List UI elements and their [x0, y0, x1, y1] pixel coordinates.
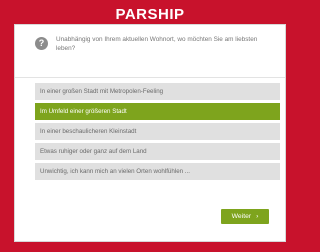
question-mark-icon: ? — [35, 37, 48, 50]
option-small-town[interactable]: In einer beschaulicheren Kleinstadt — [35, 123, 280, 140]
chevron-right-icon: › — [256, 213, 259, 220]
option-countryside[interactable]: Etwas ruhiger oder ganz auf dem Land — [35, 143, 280, 160]
next-button[interactable]: Weiter › — [221, 209, 269, 224]
divider — [15, 77, 285, 78]
option-big-city[interactable]: In einer großen Stadt mit Metropolen-Fee… — [35, 83, 280, 100]
option-near-city[interactable]: Im Umfeld einer größeren Stadt — [35, 103, 280, 120]
questionnaire-card: ? Unabhängig von Ihrem aktuellen Wohnort… — [14, 24, 286, 242]
question-block: ? Unabhängig von Ihrem aktuellen Wohnort… — [35, 35, 275, 67]
next-button-label: Weiter — [231, 213, 252, 220]
question-text: Unabhängig von Ihrem aktuellen Wohnort, … — [56, 36, 258, 52]
parship-logo: PARSHIP — [115, 6, 185, 23]
answer-options: In einer großen Stadt mit Metropolen-Fee… — [35, 83, 280, 183]
option-anywhere[interactable]: Unwichtig, ich kann mich an vielen Orten… — [35, 163, 280, 180]
